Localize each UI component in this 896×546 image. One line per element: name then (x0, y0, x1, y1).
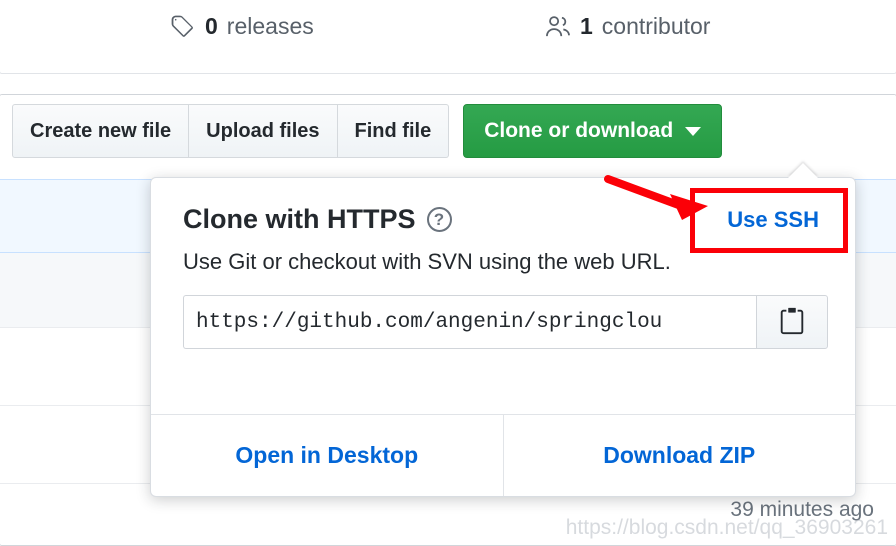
watermark-text: https://blog.csdn.net/qq_36903261 (565, 516, 888, 539)
clone-dropdown-panel: Clone with HTTPS ? Use SSH Use Git or ch… (150, 177, 856, 497)
clone-dropdown-body: Clone with HTTPS ? Use SSH Use Git or ch… (151, 178, 855, 349)
find-file-button[interactable]: Find file (337, 104, 450, 158)
clone-dropdown-title-row: Clone with HTTPS ? Use SSH (183, 204, 825, 235)
people-icon (545, 14, 571, 40)
repo-action-toolbar: Create new file Upload files Find file C… (12, 104, 723, 158)
clone-url-input[interactable] (183, 295, 756, 349)
clone-url-row (183, 295, 828, 349)
use-ssh-link[interactable]: Use SSH (721, 205, 825, 235)
clone-title-text: Clone with HTTPS (183, 204, 416, 234)
github-repo-page: 0 releases 1 contributor 39 minutes ago (0, 0, 896, 546)
contributors-label: contributor (601, 13, 711, 39)
stat-releases[interactable]: 0 releases (170, 13, 314, 40)
chevron-down-icon (685, 126, 702, 136)
stat-contributors[interactable]: 1 contributor (545, 13, 710, 40)
dropdown-caret-icon (788, 163, 818, 178)
tag-icon (170, 14, 196, 40)
upload-files-button[interactable]: Upload files (189, 104, 338, 158)
clone-dropdown-title: Clone with HTTPS ? (183, 204, 452, 235)
clone-or-download-button[interactable]: Clone or download (463, 104, 723, 158)
create-new-file-button[interactable]: Create new file (12, 104, 190, 158)
clipboard-icon (777, 306, 807, 339)
repo-stats-bar: 0 releases 1 contributor (0, 0, 896, 74)
contributors-count: 1 (580, 13, 593, 39)
clone-dropdown-footer: Open in Desktop Download ZIP (151, 414, 855, 496)
open-in-desktop-link[interactable]: Open in Desktop (151, 415, 503, 496)
clone-or-download-label: Clone or download (484, 119, 674, 142)
releases-count: 0 (205, 13, 218, 39)
copy-url-button[interactable] (756, 295, 828, 349)
question-mark-icon[interactable]: ? (426, 207, 452, 232)
download-zip-link[interactable]: Download ZIP (502, 415, 856, 496)
releases-label: releases (226, 13, 314, 39)
file-action-button-group: Create new file Upload files Find file (12, 104, 450, 158)
clone-dropdown-description: Use Git or checkout with SVN using the w… (183, 249, 671, 274)
